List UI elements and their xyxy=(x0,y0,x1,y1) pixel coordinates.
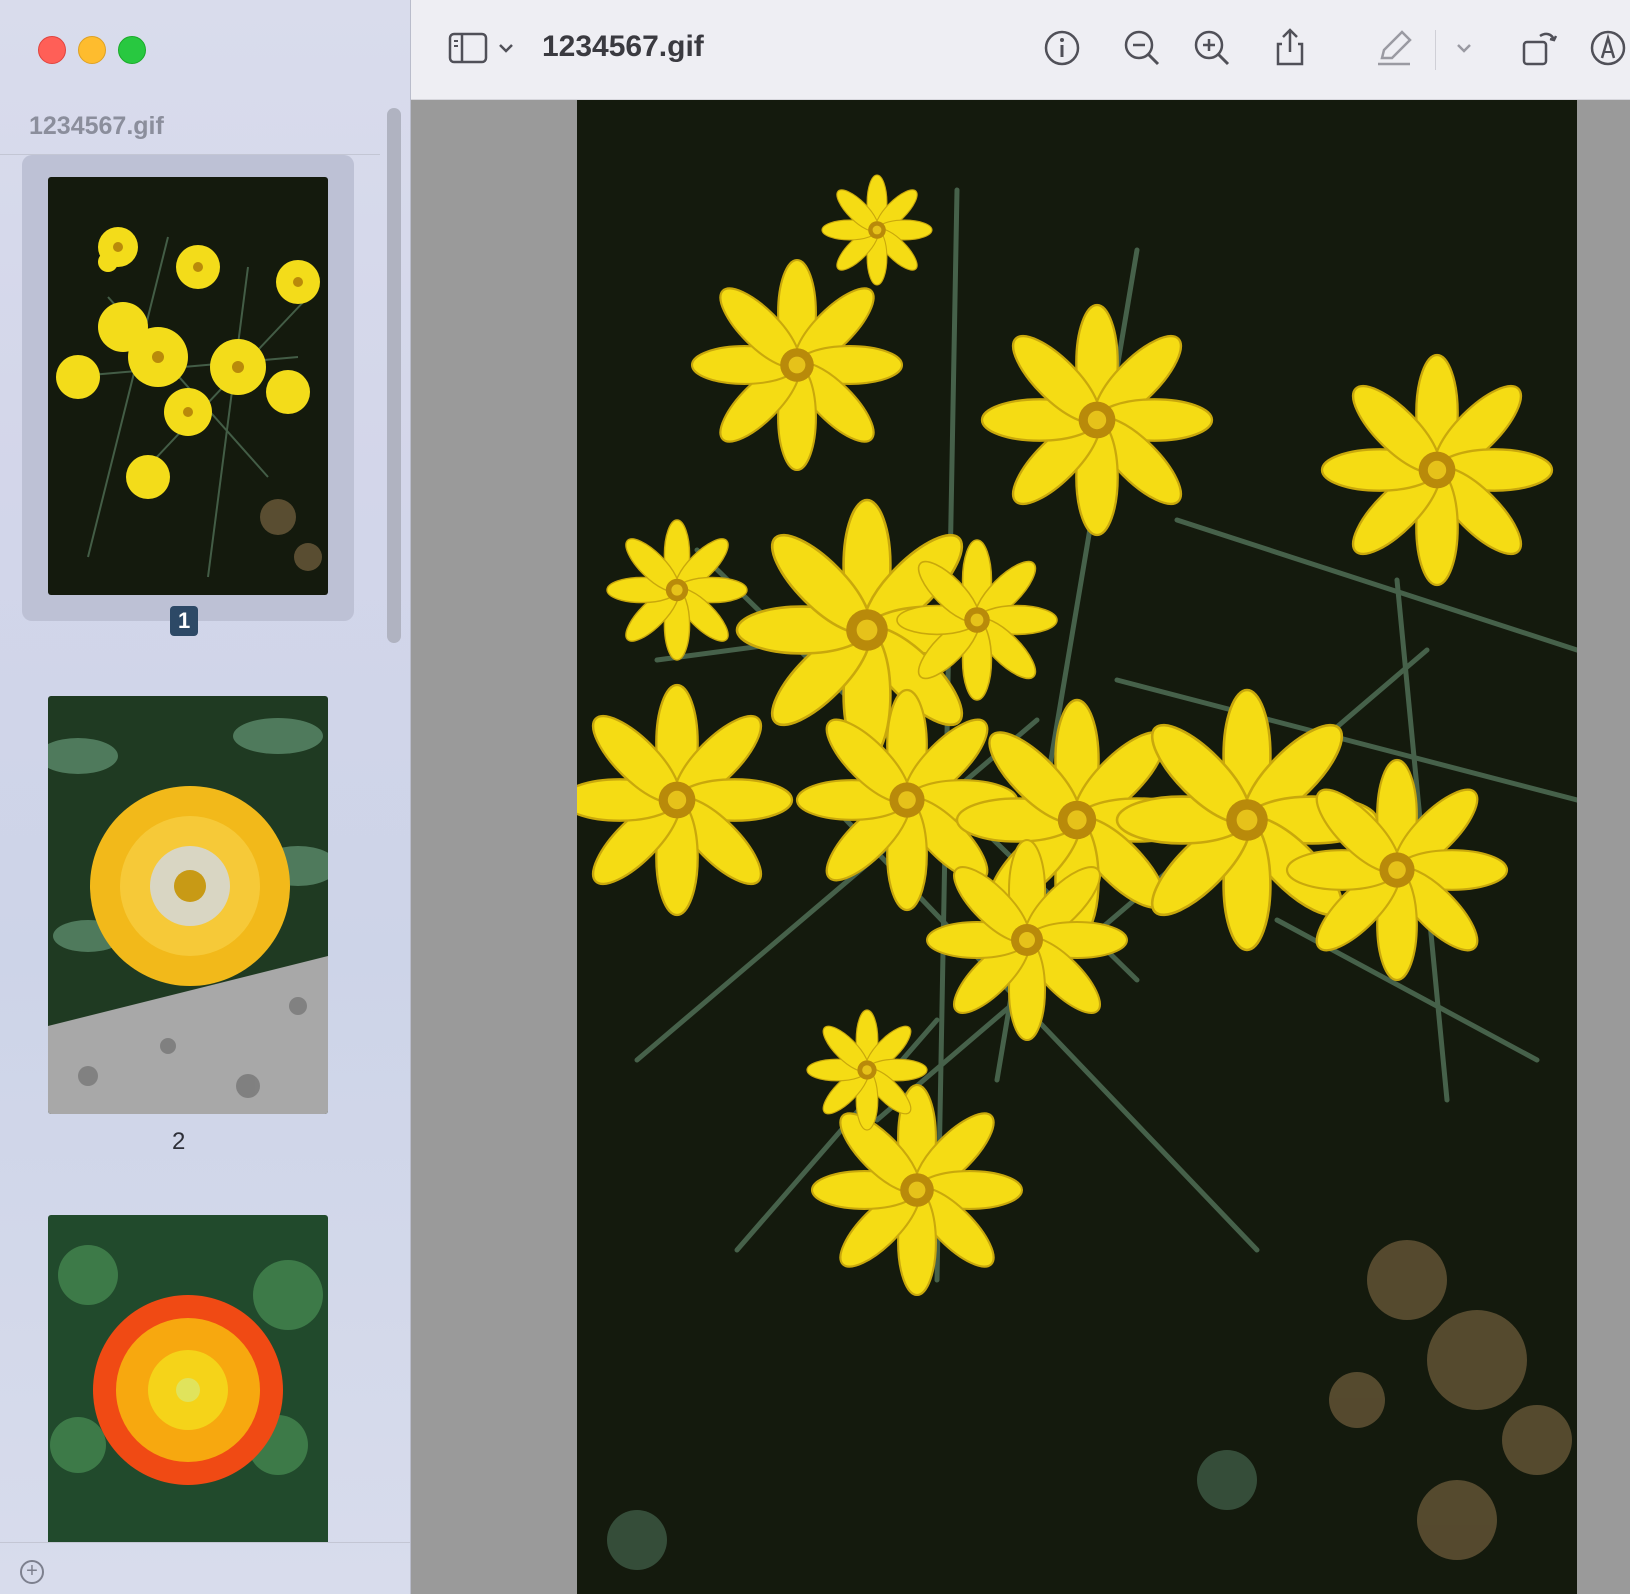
page-number-badge-1: 1 xyxy=(170,606,199,636)
thumbnail-image-daisy xyxy=(48,696,328,1114)
add-page-icon[interactable]: + xyxy=(20,1560,44,1584)
sidebar-toggle-icon[interactable] xyxy=(446,26,490,70)
document-viewer[interactable] xyxy=(411,100,1630,1594)
rotate-icon[interactable] xyxy=(1516,26,1560,70)
close-window-button[interactable] xyxy=(38,36,66,64)
thumbnail-image-coreopsis xyxy=(48,177,328,595)
markup-chevron-down-icon[interactable] xyxy=(1452,26,1476,70)
zoom-out-icon[interactable] xyxy=(1120,26,1164,70)
annotate-icon[interactable] xyxy=(1586,26,1630,70)
page-thumbnail-2[interactable] xyxy=(22,674,354,1140)
toolbar-divider xyxy=(1435,30,1436,70)
page-thumbnail-3[interactable] xyxy=(22,1193,354,1543)
sidebar-bottom-divider xyxy=(0,1542,410,1543)
minimize-window-button[interactable] xyxy=(78,36,106,64)
sidebar-title: 1234567.gif xyxy=(29,112,164,140)
sidebar-scrollbar[interactable] xyxy=(387,108,401,643)
page-number-2: 2 xyxy=(172,1128,186,1155)
document-page-image xyxy=(577,100,1577,1594)
info-icon[interactable] xyxy=(1040,26,1084,70)
page-thumbnail-1[interactable] xyxy=(22,155,354,621)
thumbnail-image-poppy xyxy=(48,1215,328,1543)
zoom-window-button[interactable] xyxy=(118,36,146,64)
chevron-down-icon[interactable] xyxy=(494,26,518,70)
document-title: 1234567.gif xyxy=(542,30,704,63)
zoom-in-icon[interactable] xyxy=(1190,26,1234,70)
share-icon[interactable] xyxy=(1268,26,1312,70)
markup-pen-icon[interactable] xyxy=(1372,26,1416,70)
sidebar: 1234567.gif 1 2 + xyxy=(0,0,411,1594)
